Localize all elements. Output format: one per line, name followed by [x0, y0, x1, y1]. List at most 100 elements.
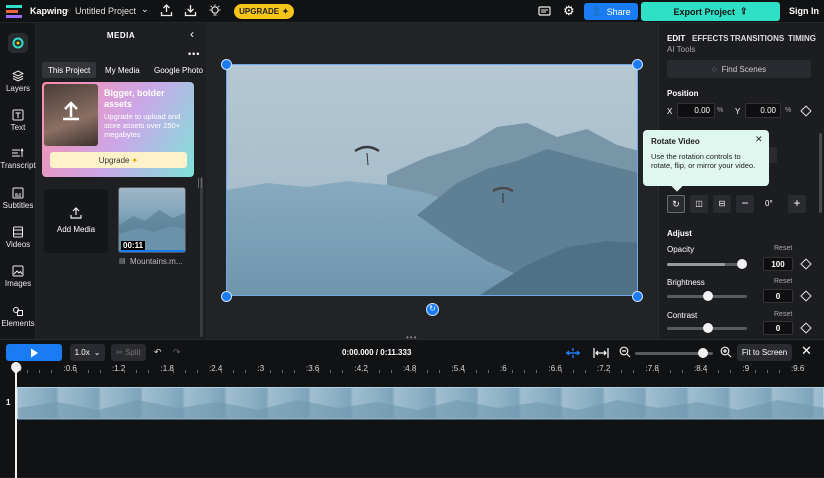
resize-handle-top-right[interactable]	[632, 59, 643, 70]
contrast-reset[interactable]: Reset	[774, 311, 792, 318]
video-track-clip[interactable]	[17, 387, 824, 420]
y-label: Y	[735, 107, 741, 116]
promo-upgrade-button[interactable]: Upgrade ✦	[50, 152, 187, 168]
upload-icon[interactable]	[160, 4, 173, 22]
opacity-slider-knob[interactable]	[737, 259, 747, 269]
time-display: 0:00.000 / 0:11.333	[342, 348, 412, 357]
ruler-minor-tick	[99, 370, 101, 373]
zoom-out-icon[interactable]	[619, 345, 631, 363]
brightness-keyframe-icon[interactable]	[800, 290, 812, 302]
opacity-reset[interactable]: Reset	[774, 245, 792, 252]
tab-google-photos[interactable]: Google Photo	[154, 66, 204, 75]
speed-select[interactable]: 1.0x ⌄	[70, 344, 105, 361]
upgrade-button[interactable]: UPGRADE ✦	[234, 4, 294, 19]
play-button[interactable]	[6, 344, 62, 361]
tab-my-media[interactable]: My Media	[105, 66, 140, 75]
nav-elements[interactable]: Elements	[0, 305, 36, 328]
download-icon[interactable]	[184, 4, 197, 22]
snap-icon[interactable]	[565, 346, 581, 364]
find-scenes-button[interactable]: ◌ Find Scenes	[667, 60, 811, 78]
fit-to-screen-button[interactable]: Fit to Screen	[737, 344, 792, 361]
nav-subtitles[interactable]: Subtitles	[0, 187, 36, 210]
clip-duration: 00:11	[121, 241, 146, 250]
ruler-minor-tick	[730, 370, 732, 373]
brightness-slider-knob[interactable]	[703, 291, 713, 301]
tab-edit[interactable]: EDIT	[667, 34, 685, 43]
video-frame[interactable]	[226, 64, 638, 296]
contrast-value: 0	[775, 323, 781, 333]
fit-width-icon[interactable]	[593, 346, 609, 364]
panel-scrollbar[interactable]	[200, 177, 203, 337]
project-title[interactable]: Untitled Project	[75, 6, 136, 16]
play-icon	[30, 348, 38, 357]
ruler-minor-tick	[269, 370, 271, 373]
rotate-handle-icon[interactable]: ↻	[426, 303, 439, 316]
media-clip-thumbnail[interactable]: 00:11	[118, 187, 186, 253]
y-position-input[interactable]: 0.00	[745, 103, 781, 118]
ruler-minor-tick	[233, 370, 235, 373]
lightbulb-icon[interactable]	[208, 4, 222, 23]
position-keyframe-icon[interactable]	[800, 105, 812, 117]
rotation-decrease-button[interactable]: −	[736, 195, 754, 213]
flip-horizontal-button[interactable]: ◫	[690, 195, 708, 213]
share-button[interactable]: 👤 Share	[584, 3, 638, 20]
tab-this-project[interactable]: This Project	[42, 62, 97, 78]
y-unit: %	[785, 107, 792, 114]
zoom-in-icon[interactable]	[720, 345, 732, 363]
nav-layers[interactable]: Layers	[0, 70, 36, 93]
ruler-minor-tick	[524, 370, 526, 373]
layers-icon	[12, 70, 24, 82]
resize-handle-top-left[interactable]	[221, 59, 232, 70]
opacity-keyframe-icon[interactable]	[800, 258, 812, 270]
x-position-input[interactable]: 0.00	[677, 103, 715, 118]
playhead[interactable]	[15, 362, 17, 478]
contrast-keyframe-icon[interactable]	[800, 322, 812, 334]
ruler-minor-tick	[293, 370, 295, 373]
tab-transitions[interactable]: TRANSITIONS	[730, 34, 784, 43]
brightness-input[interactable]: 0	[763, 289, 793, 303]
nav-images[interactable]: Images	[0, 265, 36, 288]
comment-icon[interactable]	[538, 5, 551, 23]
sign-in-link[interactable]: Sign In	[789, 6, 819, 16]
export-button[interactable]: Export Project ⇪	[641, 2, 780, 21]
ruler-minor-tick	[378, 370, 380, 373]
upgrade-label: UPGRADE	[239, 7, 280, 16]
rotation-increase-button[interactable]: +	[788, 195, 806, 213]
promo-body: Upgrade to upload and store assets over …	[104, 112, 181, 139]
tab-timing[interactable]: TIMING	[788, 34, 816, 43]
zoom-slider-knob[interactable]	[698, 348, 708, 358]
chevron-down-icon[interactable]: ⌄	[141, 4, 149, 15]
ruler-minor-tick	[572, 370, 574, 373]
promo-title: Bigger, bolder assets	[104, 88, 165, 109]
kapwing-logo-icon[interactable]	[6, 5, 22, 18]
tab-effects[interactable]: EFFECTS	[692, 34, 728, 43]
collapse-panel-icon[interactable]: ‹	[190, 27, 194, 41]
panel-scrollbar[interactable]	[819, 133, 822, 213]
close-icon[interactable]: ✕	[801, 344, 812, 357]
rotation-value[interactable]: 0°	[765, 199, 773, 208]
undo-icon[interactable]: ↶	[154, 347, 162, 358]
gear-icon[interactable]: ⚙	[563, 4, 575, 17]
brightness-reset[interactable]: Reset	[774, 278, 792, 285]
contrast-input[interactable]: 0	[763, 321, 793, 335]
opacity-input[interactable]: 100	[763, 257, 793, 271]
resize-handle-bottom-left[interactable]	[221, 291, 232, 302]
nav-transcript[interactable]: Transcript	[0, 147, 36, 170]
kapwing-badge-icon[interactable]	[8, 33, 28, 53]
more-options-icon[interactable]: •••	[188, 49, 200, 59]
nav-videos[interactable]: Videos	[0, 226, 36, 249]
brand-name[interactable]: Kapwing	[30, 6, 68, 16]
resize-divider[interactable]	[198, 178, 202, 188]
opacity-slider[interactable]	[667, 263, 747, 266]
ruler-minor-tick	[560, 370, 562, 373]
redo-icon[interactable]: ↷	[173, 347, 181, 358]
close-icon[interactable]: ✕	[755, 134, 763, 145]
add-media-tile[interactable]: Add Media	[44, 189, 108, 253]
rotate-button[interactable]: ↻	[667, 195, 685, 213]
contrast-slider-knob[interactable]	[703, 323, 713, 333]
resize-handle-bottom-right[interactable]	[632, 291, 643, 302]
flip-vertical-button[interactable]: ⊟	[713, 195, 731, 213]
media-panel: MEDIA ‹ ••• This Project My Media Google…	[36, 23, 206, 339]
split-button[interactable]: ✂ Split	[111, 344, 146, 361]
nav-text[interactable]: Text	[0, 109, 36, 132]
